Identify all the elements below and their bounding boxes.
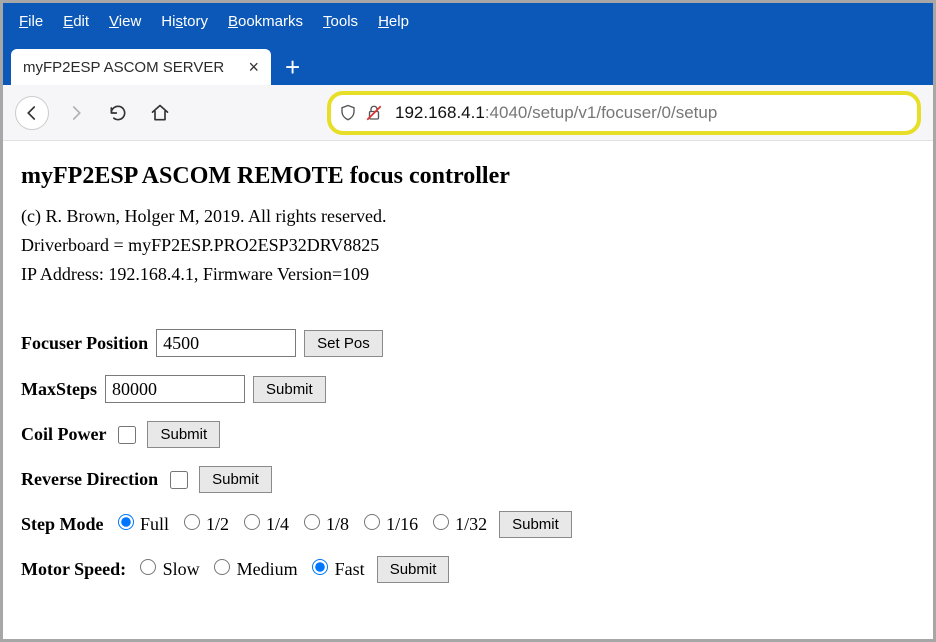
stepmode-radio-116[interactable] <box>364 514 380 530</box>
reload-button[interactable] <box>103 98 133 128</box>
focuser-position-input[interactable] <box>156 329 296 357</box>
lock-slash-icon[interactable] <box>365 104 383 122</box>
motorspeed-radio-medium[interactable] <box>214 559 230 575</box>
focuser-position-label: Focuser Position <box>21 333 148 354</box>
menu-tools[interactable]: Tools <box>313 9 368 34</box>
motorspeed-label-slow: Slow <box>158 559 204 579</box>
menu-history[interactable]: History <box>151 9 218 34</box>
new-tab-button[interactable]: + <box>285 49 300 85</box>
page-content: myFP2ESP ASCOM REMOTE focus controller (… <box>3 141 933 617</box>
stepmode-label-full: Full <box>136 514 174 534</box>
tabstrip: myFP2ESP ASCOM SERVER × + <box>3 47 933 85</box>
motorspeed-submit-button[interactable]: Submit <box>377 556 450 583</box>
stepmode-label: Step Mode <box>21 514 104 535</box>
menu-edit[interactable]: Edit <box>53 9 99 34</box>
home-icon <box>150 103 170 123</box>
coilpower-row: Coil Power Submit <box>21 421 915 448</box>
close-tab-icon[interactable]: × <box>248 57 259 78</box>
back-button[interactable] <box>15 96 49 130</box>
reverse-checkbox[interactable] <box>170 471 188 489</box>
nav-buttons <box>15 96 175 130</box>
maxsteps-row: MaxSteps Submit <box>21 375 915 403</box>
menu-file[interactable]: File <box>9 9 53 34</box>
arrow-right-icon <box>67 104 85 122</box>
motorspeed-label-fast: Fast <box>330 559 365 579</box>
reverse-submit-button[interactable]: Submit <box>199 466 272 493</box>
tab-title: myFP2ESP ASCOM SERVER <box>23 59 224 76</box>
stepmode-label-18: 1/8 <box>322 514 354 534</box>
coilpower-checkbox[interactable] <box>118 426 136 444</box>
toolbar: 192.168.4.1:4040/setup/v1/focuser/0/setu… <box>3 85 933 141</box>
stepmode-radio-12[interactable] <box>184 514 200 530</box>
stepmode-radio-18[interactable] <box>304 514 320 530</box>
stepmode-label-132: 1/32 <box>451 514 488 534</box>
browser-window: File Edit View History Bookmarks Tools H… <box>0 0 936 642</box>
stepmode-label-14: 1/4 <box>262 514 294 534</box>
stepmode-radio-132[interactable] <box>433 514 449 530</box>
maxsteps-input[interactable] <box>105 375 245 403</box>
focuser-position-row: Focuser Position Set Pos <box>21 329 915 357</box>
stepmode-label-12: 1/2 <box>202 514 234 534</box>
stepmode-submit-button[interactable]: Submit <box>499 511 572 538</box>
stepmode-label-116: 1/16 <box>382 514 423 534</box>
menu-view[interactable]: View <box>99 9 151 34</box>
stepmode-row: Step Mode Full 1/2 1/4 1/8 1/16 1/32 Sub… <box>21 511 915 538</box>
motorspeed-row: Motor Speed: Slow Medium Fast Submit <box>21 556 915 583</box>
set-pos-button[interactable]: Set Pos <box>304 330 383 357</box>
maxsteps-label: MaxSteps <box>21 379 97 400</box>
copyright-text: (c) R. Brown, Holger M, 2019. All rights… <box>21 206 915 227</box>
reload-icon <box>108 103 128 123</box>
motorspeed-label: Motor Speed: <box>21 559 126 580</box>
stepmode-radio-14[interactable] <box>244 514 260 530</box>
ip-fw-line: IP Address: 192.168.4.1, Firmware Versio… <box>21 264 915 285</box>
url-path: :4040/setup/v1/focuser/0/setup <box>485 103 718 123</box>
url-host: 192.168.4.1 <box>395 103 485 123</box>
menu-bookmarks[interactable]: Bookmarks <box>218 9 313 34</box>
motorspeed-radio-fast[interactable] <box>312 559 328 575</box>
stepmode-radio-full[interactable] <box>118 514 134 530</box>
reverse-label: Reverse Direction <box>21 469 158 490</box>
page-title: myFP2ESP ASCOM REMOTE focus controller <box>21 163 915 190</box>
arrow-left-icon <box>23 104 41 122</box>
coilpower-label: Coil Power <box>21 424 106 445</box>
urlbar[interactable]: 192.168.4.1:4040/setup/v1/focuser/0/setu… <box>339 97 909 129</box>
motorspeed-label-medium: Medium <box>232 559 302 579</box>
motorspeed-radio-slow[interactable] <box>140 559 156 575</box>
maxsteps-submit-button[interactable]: Submit <box>253 376 326 403</box>
menu-help[interactable]: Help <box>368 9 419 34</box>
driverboard-line: Driverboard = myFP2ESP.PRO2ESP32DRV8825 <box>21 235 915 256</box>
coilpower-submit-button[interactable]: Submit <box>147 421 220 448</box>
reverse-row: Reverse Direction Submit <box>21 466 915 493</box>
url-highlight-box: 192.168.4.1:4040/setup/v1/focuser/0/setu… <box>327 91 921 135</box>
menubar: File Edit View History Bookmarks Tools H… <box>3 3 933 47</box>
shield-icon[interactable] <box>339 103 357 123</box>
browser-tab[interactable]: myFP2ESP ASCOM SERVER × <box>11 49 271 85</box>
forward-button[interactable] <box>61 98 91 128</box>
home-button[interactable] <box>145 98 175 128</box>
